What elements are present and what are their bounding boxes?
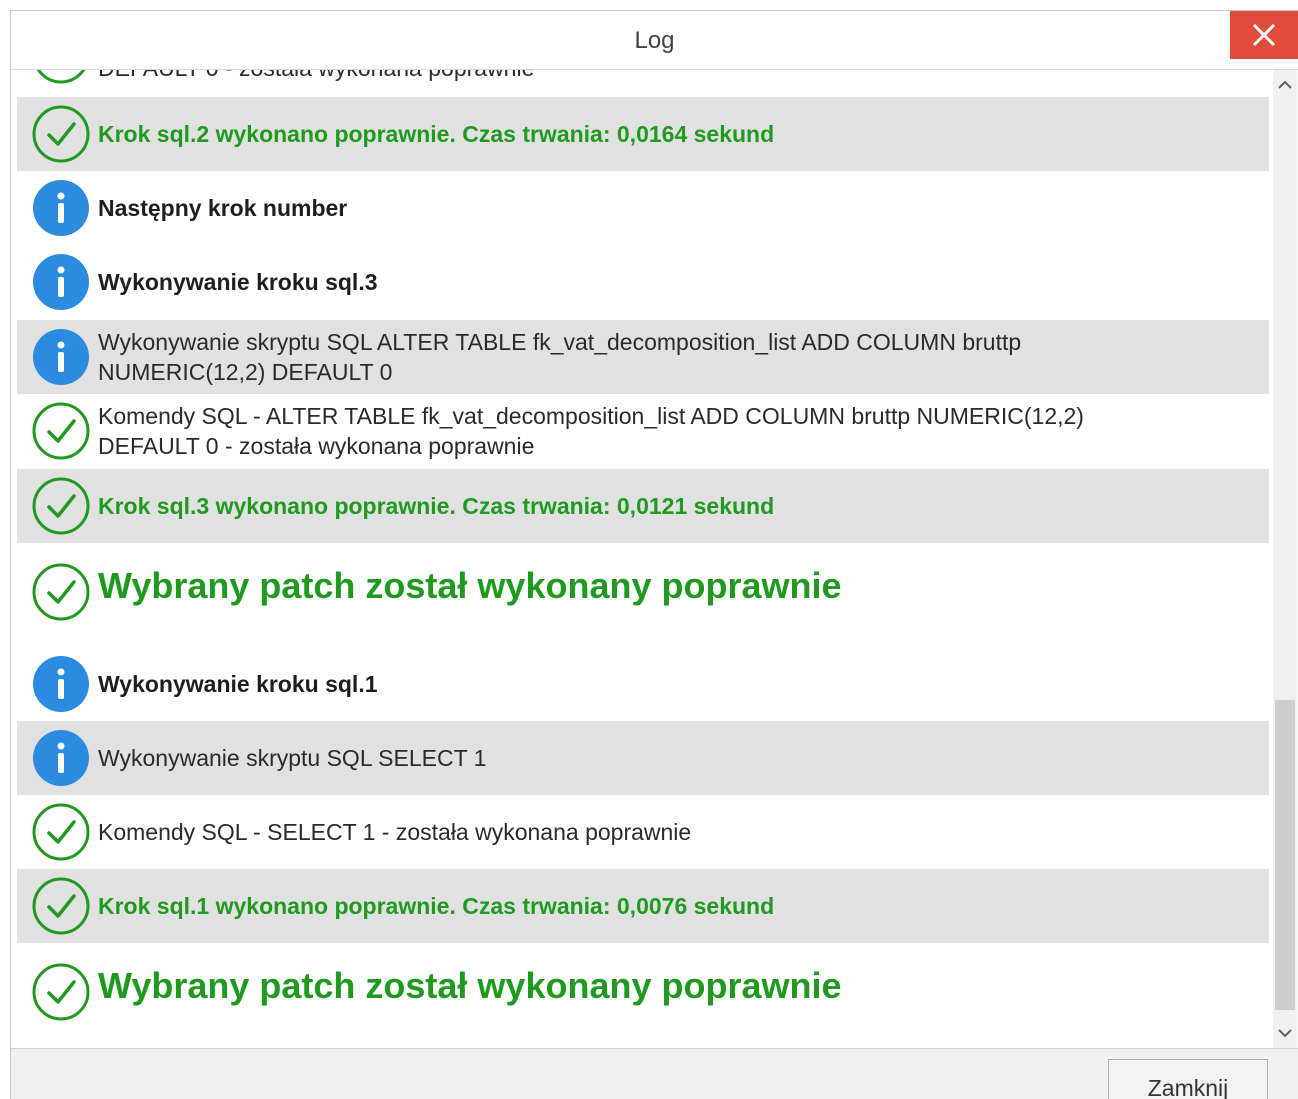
- log-entry: Wybrany patch został wykonany poprawnie: [17, 958, 1269, 1032]
- log-entry-text: Komendy SQL - SELECT 1 - została wykonan…: [98, 819, 692, 845]
- scroll-up-button[interactable]: [1273, 70, 1297, 100]
- chevron-down-icon: [1278, 1029, 1292, 1038]
- log-entry: Krok sql.2 wykonano poprawnie. Czas trwa…: [17, 97, 1269, 171]
- scroll-down-button[interactable]: [1273, 1018, 1297, 1048]
- check-circle-icon: [31, 562, 91, 622]
- log-entry-text: Wykonywanie skryptu SQL SELECT 1: [98, 745, 487, 771]
- log-entry-text: Wybrany patch został wykonany poprawnie: [98, 565, 842, 606]
- check-circle-icon: [31, 401, 91, 461]
- check-circle-icon: [31, 802, 91, 862]
- check-circle-icon: [31, 476, 91, 536]
- info-icon: [31, 327, 91, 387]
- log-entry: DEFAULT 0 - została wykonana poprawnie: [17, 70, 1269, 93]
- log-entry-text: DEFAULT 0 - została wykonana poprawnie: [98, 70, 1189, 83]
- log-entry-text: Wykonywanie kroku sql.3: [98, 269, 378, 295]
- check-circle-icon: [31, 104, 91, 164]
- log-window: Log DEFAULT 0 - została wykonana poprawn…: [10, 10, 1298, 1099]
- dialog-footer: Zamknij: [11, 1048, 1298, 1099]
- log-entry: Komendy SQL - ALTER TABLE fk_vat_decompo…: [17, 394, 1269, 468]
- check-circle-icon: [31, 962, 91, 1022]
- log-entry-text: Wykonywanie skryptu SQL ALTER TABLE fk_v…: [98, 329, 1022, 385]
- log-entry: Wykonywanie skryptu SQL SELECT 1: [17, 721, 1269, 795]
- log-entry: Wykonywanie kroku sql.3: [17, 245, 1269, 319]
- log-entry-text: Krok sql.2 wykonano poprawnie. Czas trwa…: [98, 121, 775, 147]
- log-entry: Krok sql.3 wykonano poprawnie. Czas trwa…: [17, 469, 1269, 543]
- chevron-up-icon: [1278, 80, 1292, 89]
- log-entry: Krok sql.1 wykonano poprawnie. Czas trwa…: [17, 869, 1269, 943]
- log-entry: Wykonywanie kroku sql.1: [17, 647, 1269, 721]
- vertical-scrollbar[interactable]: [1273, 70, 1297, 1048]
- log-entry-text: Krok sql.1 wykonano poprawnie. Czas trwa…: [98, 893, 775, 919]
- window-title: Log: [634, 27, 675, 54]
- info-icon: [31, 178, 91, 238]
- log-entry: Następny krok number: [17, 171, 1269, 245]
- log-entry-text: Następny krok number: [98, 195, 348, 221]
- log-entry-text: Krok sql.3 wykonano poprawnie. Czas trwa…: [98, 493, 775, 519]
- info-icon: [31, 654, 91, 714]
- close-icon: [1252, 23, 1276, 47]
- close-dialog-button[interactable]: Zamknij: [1108, 1059, 1268, 1099]
- check-circle-icon: [31, 70, 91, 85]
- window-close-button[interactable]: [1230, 11, 1298, 59]
- log-entry-text: Wykonywanie kroku sql.1: [98, 671, 378, 697]
- check-circle-icon: [31, 876, 91, 936]
- title-bar: Log: [11, 11, 1298, 70]
- log-list-viewport[interactable]: DEFAULT 0 - została wykonana poprawnie Kr…: [17, 70, 1269, 1048]
- log-entry: Wybrany patch został wykonany poprawnie: [17, 558, 1269, 632]
- log-entry: Wykonywanie skryptu SQL ALTER TABLE fk_v…: [17, 320, 1269, 394]
- info-icon: [31, 728, 91, 788]
- log-entry-text: Wybrany patch został wykonany poprawnie: [98, 965, 842, 1006]
- log-entry-text: Komendy SQL - ALTER TABLE fk_vat_decompo…: [98, 403, 1084, 459]
- scroll-thumb[interactable]: [1275, 700, 1295, 1010]
- info-icon: [31, 252, 91, 312]
- log-entry: Komendy SQL - SELECT 1 - została wykonan…: [17, 795, 1269, 869]
